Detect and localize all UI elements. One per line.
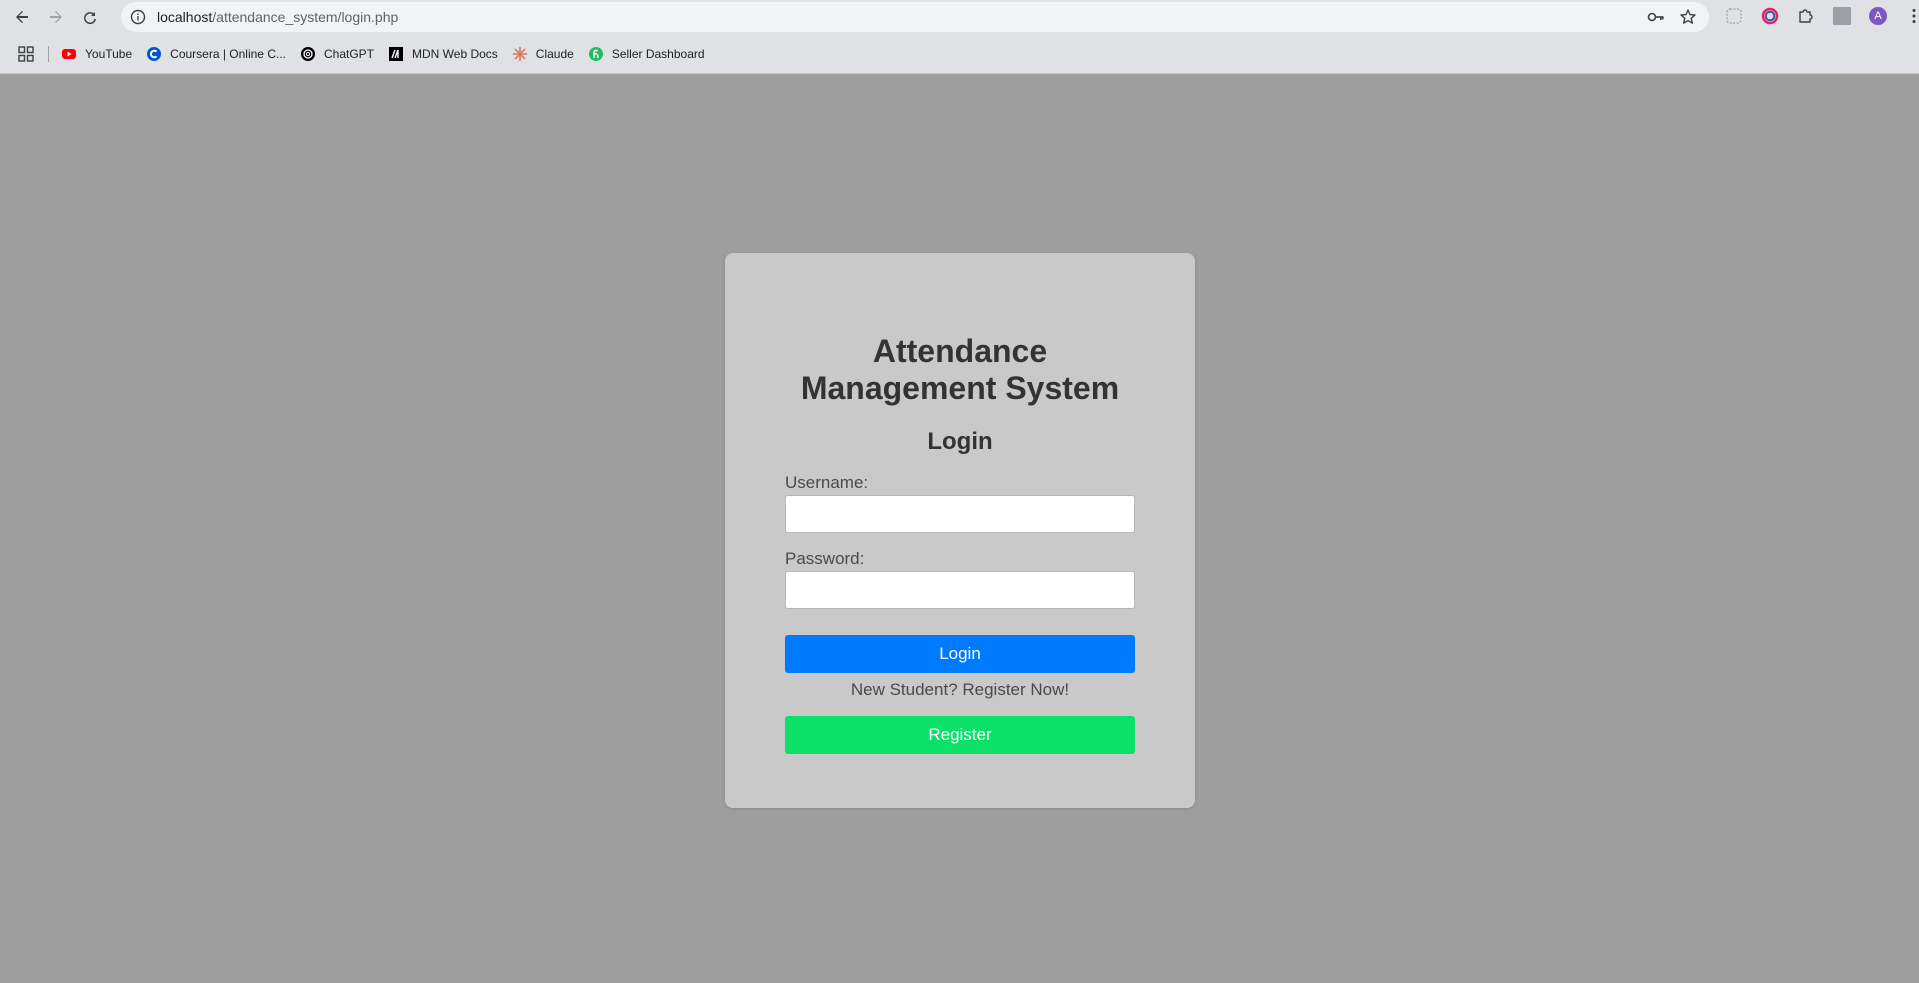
login-button[interactable]: Login xyxy=(785,635,1135,673)
bookmarks-bar: YouTube Coursera | Online C... ChatGPT M… xyxy=(0,34,1919,74)
bookmark-label: Coursera | Online C... xyxy=(170,46,286,61)
login-card: Attendance Management System Login Usern… xyxy=(725,253,1195,808)
register-prompt: New Student? Register Now! xyxy=(850,680,1070,699)
page-content: Attendance Management System Login Usern… xyxy=(0,74,1919,983)
profile-avatar[interactable]: A xyxy=(1869,7,1887,25)
register-button[interactable]: Register xyxy=(785,716,1135,754)
reload-icon[interactable] xyxy=(78,5,102,29)
url-host: localhost xyxy=(157,9,213,25)
password-label: Password: xyxy=(785,549,865,568)
bookmark-claude[interactable]: Claude xyxy=(512,46,574,62)
seller-dashboard-icon xyxy=(588,46,604,62)
password-field[interactable] xyxy=(785,571,1135,609)
page-title: Attendance Management System xyxy=(800,333,1120,406)
apps-grid-icon[interactable] xyxy=(18,45,34,62)
chatgpt-icon xyxy=(300,46,316,62)
url-path: /attendance_system/login.php xyxy=(212,9,399,25)
color-picker-extension-icon[interactable] xyxy=(1761,7,1779,25)
coursera-icon xyxy=(146,46,162,62)
username-field[interactable] xyxy=(785,495,1135,533)
bookmark-youtube[interactable]: YouTube xyxy=(61,46,132,62)
claude-icon xyxy=(512,46,528,62)
browser-toolbar: localhost/attendance_system/login.php A xyxy=(0,0,1919,34)
bookmarks-divider xyxy=(48,45,49,62)
login-heading: Login xyxy=(927,428,993,455)
menu-kebab-icon[interactable] xyxy=(1905,7,1919,25)
toolbar-divider xyxy=(1833,7,1851,25)
address-bar[interactable]: localhost/attendance_system/login.php xyxy=(121,2,1709,32)
bookmark-label: Seller Dashboard xyxy=(611,46,705,61)
bookmark-mdn[interactable]: MDN Web Docs xyxy=(388,46,498,62)
youtube-icon xyxy=(61,46,77,62)
bookmark-label: ChatGPT xyxy=(323,46,374,61)
bookmark-star-icon[interactable] xyxy=(1679,8,1697,26)
bookmark-chatgpt[interactable]: ChatGPT xyxy=(300,46,374,62)
url-text: localhost/attendance_system/login.php xyxy=(157,9,398,25)
password-key-icon[interactable] xyxy=(1647,8,1665,26)
bookmark-label: MDN Web Docs xyxy=(412,46,498,61)
back-icon[interactable] xyxy=(10,5,34,29)
extensions-puzzle-icon[interactable] xyxy=(1797,7,1815,25)
bookmark-label: Claude xyxy=(535,46,574,61)
extension-icon[interactable] xyxy=(1725,7,1743,25)
site-info-icon[interactable] xyxy=(130,9,146,25)
mdn-icon xyxy=(388,46,404,62)
bookmark-coursera[interactable]: Coursera | Online C... xyxy=(146,46,286,62)
bookmark-seller-dashboard[interactable]: Seller Dashboard xyxy=(588,46,705,62)
username-label: Username: xyxy=(785,473,869,492)
forward-icon[interactable] xyxy=(44,5,68,29)
bookmark-label: YouTube xyxy=(85,46,133,61)
